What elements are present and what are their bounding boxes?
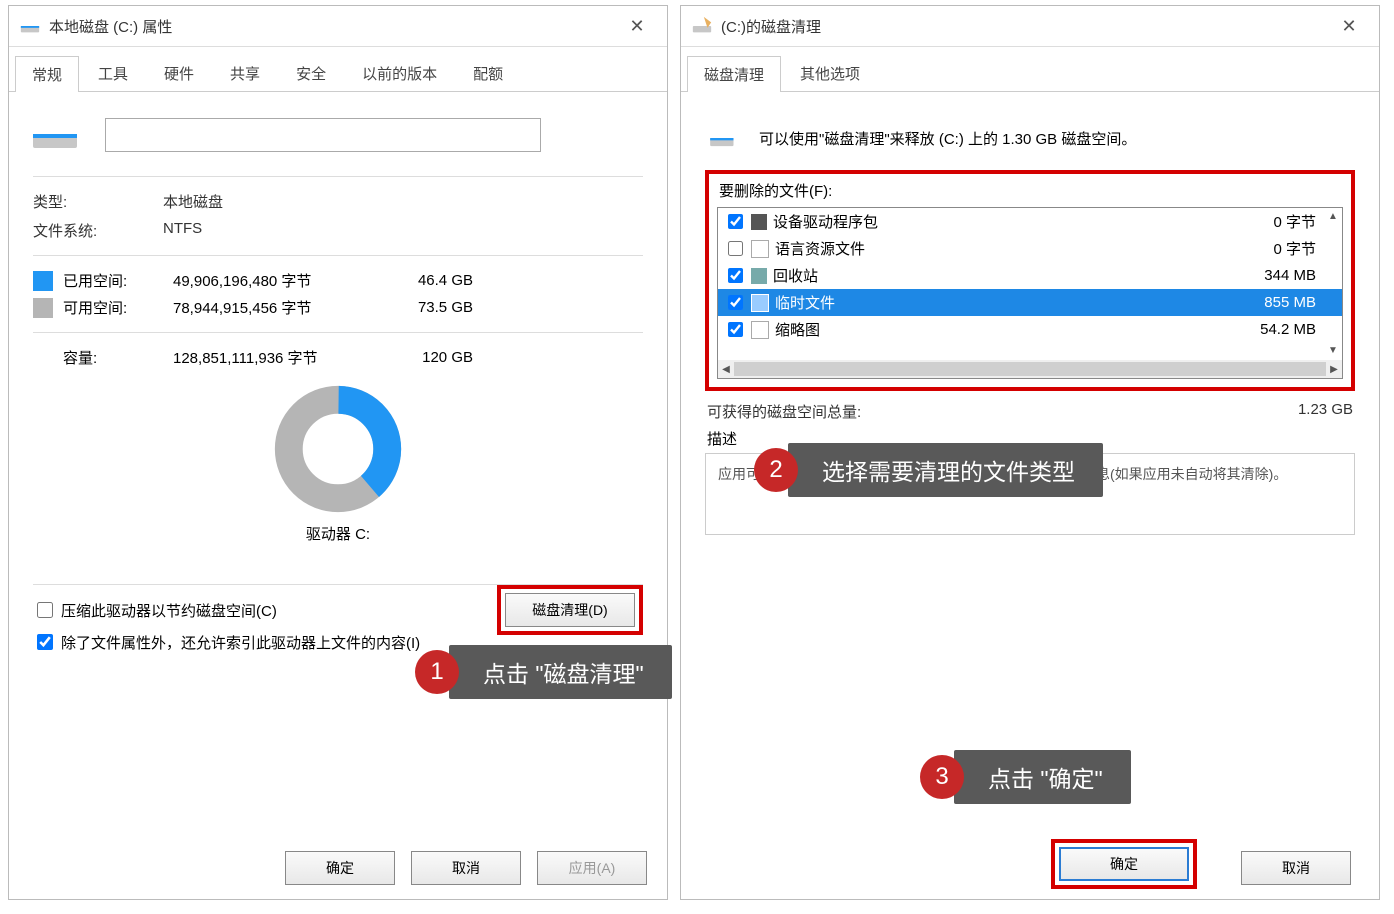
callout-text: 点击 "确定": [954, 750, 1131, 804]
used-color-swatch: [33, 271, 53, 291]
item-name: 回收站: [773, 265, 818, 286]
tabs: 磁盘清理 其他选项: [681, 55, 1379, 92]
close-icon[interactable]: ✕: [1329, 6, 1369, 46]
list-item: 回收站 344 MB: [718, 262, 1342, 289]
file-icon: [751, 294, 769, 312]
cleanup-icon: [691, 15, 713, 37]
item-size: 54.2 MB: [1226, 321, 1336, 338]
callout-number: 2: [754, 448, 798, 492]
files-to-delete-label: 要删除的文件(F):: [719, 180, 1343, 201]
properties-dialog: 本地磁盘 (C:) 属性 ✕ 常规 工具 硬件 共享 安全 以前的版本 配额 类…: [8, 5, 668, 900]
item-size: 0 字节: [1226, 211, 1336, 232]
files-listbox[interactable]: 设备驱动程序包 0 字节 语言资源文件 0 字节 回收站 344 MB 临时文件…: [717, 207, 1343, 379]
capacity-gb: 120 GB: [393, 349, 473, 366]
cancel-button[interactable]: 取消: [411, 851, 521, 885]
drive-icon: [19, 15, 41, 37]
compress-label: 压缩此驱动器以节约磁盘空间(C): [61, 600, 277, 621]
filelist-highlight-box: 要删除的文件(F): 设备驱动程序包 0 字节 语言资源文件 0 字节 回收站 …: [705, 170, 1355, 391]
scrollbar-track[interactable]: [734, 362, 1326, 376]
tab-hardware[interactable]: 硬件: [147, 55, 211, 91]
callout-2: 2 选择需要清理的文件类型: [754, 443, 1103, 497]
info-text: 可以使用"磁盘清理"来释放 (C:) 上的 1.30 GB 磁盘空间。: [759, 128, 1136, 149]
recycle-bin-icon: [751, 268, 767, 284]
tab-more-options[interactable]: 其他选项: [783, 55, 877, 91]
titlebar: 本地磁盘 (C:) 属性 ✕: [9, 6, 667, 47]
item-name: 语言资源文件: [775, 238, 865, 259]
used-bytes: 49,906,196,480 字节: [173, 270, 393, 291]
callout-3: 3 点击 "确定": [920, 750, 1131, 804]
item-checkbox[interactable]: [728, 241, 743, 256]
file-icon: [751, 321, 769, 339]
item-checkbox[interactable]: [728, 268, 743, 283]
tab-sharing[interactable]: 共享: [213, 55, 277, 91]
dialog-title: 本地磁盘 (C:) 属性: [49, 16, 172, 37]
used-label: 已用空间:: [63, 270, 173, 291]
gain-label: 可获得的磁盘空间总量:: [707, 401, 861, 422]
ok-button[interactable]: 确定: [285, 851, 395, 885]
tab-general[interactable]: 常规: [15, 56, 79, 92]
scroll-up-icon[interactable]: ▲: [1325, 209, 1341, 225]
callout-text: 选择需要清理的文件类型: [788, 443, 1103, 497]
usage-donut-chart: [273, 384, 403, 514]
horizontal-scrollbar[interactable]: ◀ ▶: [718, 360, 1342, 378]
volume-name-input[interactable]: [105, 118, 541, 152]
dialog-title: (C:)的磁盘清理: [721, 16, 821, 37]
tab-security[interactable]: 安全: [279, 55, 343, 91]
item-size: 855 MB: [1226, 294, 1336, 311]
callout-number: 1: [415, 650, 459, 694]
item-size: 344 MB: [1226, 267, 1336, 284]
cancel-button[interactable]: 取消: [1241, 851, 1351, 885]
tab-quota[interactable]: 配额: [456, 55, 520, 91]
list-item: 设备驱动程序包 0 字节: [718, 208, 1342, 235]
tabs: 常规 工具 硬件 共享 安全 以前的版本 配额: [9, 55, 667, 92]
index-checkbox[interactable]: [37, 634, 53, 650]
gain-value: 1.23 GB: [1298, 401, 1353, 422]
callout-number: 3: [920, 755, 964, 799]
item-checkbox[interactable]: [728, 295, 743, 310]
free-label: 可用空间:: [63, 297, 173, 318]
titlebar: (C:)的磁盘清理 ✕: [681, 6, 1379, 47]
free-bytes: 78,944,915,456 字节: [173, 297, 393, 318]
item-name: 设备驱动程序包: [773, 211, 878, 232]
callout-1: 1 点击 "磁盘清理": [415, 645, 672, 699]
free-gb: 73.5 GB: [393, 299, 473, 316]
list-item: 临时文件 855 MB: [718, 289, 1342, 316]
drive-label: 驱动器 C:: [33, 523, 643, 544]
scroll-right-icon[interactable]: ▶: [1326, 364, 1342, 375]
item-checkbox[interactable]: [728, 322, 743, 337]
scroll-left-icon[interactable]: ◀: [718, 364, 734, 375]
file-icon: [751, 240, 769, 258]
drive-large-icon: [33, 120, 77, 150]
capacity-label: 容量:: [63, 347, 173, 368]
tab-previous-versions[interactable]: 以前的版本: [345, 55, 454, 91]
callout-text: 点击 "磁盘清理": [449, 645, 672, 699]
apply-button[interactable]: 应用(A): [537, 851, 647, 885]
capacity-bytes: 128,851,111,936 字节: [173, 347, 393, 368]
list-item: 缩略图 54.2 MB: [718, 316, 1342, 343]
item-name: 缩略图: [775, 319, 820, 340]
package-icon: [751, 214, 767, 230]
tab-disk-cleanup[interactable]: 磁盘清理: [687, 56, 781, 92]
item-checkbox[interactable]: [728, 214, 743, 229]
type-value: 本地磁盘: [163, 191, 223, 212]
free-color-swatch: [33, 298, 53, 318]
index-label: 除了文件属性外，还允许索引此驱动器上文件的内容(I): [61, 632, 420, 653]
list-item: 语言资源文件 0 字节: [718, 235, 1342, 262]
cleanup-highlight-box: 磁盘清理(D): [497, 585, 643, 635]
item-size: 0 字节: [1226, 238, 1336, 259]
type-label: 类型:: [33, 191, 163, 212]
scroll-down-icon[interactable]: ▼: [1325, 343, 1341, 359]
cleanup-info-icon: [705, 124, 741, 152]
close-icon[interactable]: ✕: [617, 6, 657, 46]
fs-value: NTFS: [163, 220, 202, 241]
tab-tools[interactable]: 工具: [81, 55, 145, 91]
disk-cleanup-button[interactable]: 磁盘清理(D): [505, 593, 635, 627]
item-name: 临时文件: [775, 292, 835, 313]
used-gb: 46.4 GB: [393, 272, 473, 289]
fs-label: 文件系统:: [33, 220, 163, 241]
compress-checkbox[interactable]: [37, 602, 53, 618]
